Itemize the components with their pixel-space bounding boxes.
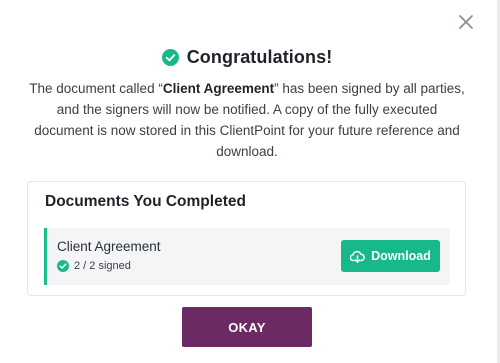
download-label: Download: [371, 249, 431, 263]
modal-title-row: Congratulations!: [0, 44, 494, 70]
document-row: Client Agreement 2 / 2 signed Download: [44, 228, 450, 285]
modal-message: The document called “Client Agreement” h…: [28, 78, 466, 162]
signed-status: 2 / 2 signed: [57, 260, 131, 272]
message-doc-name: Client Agreement: [162, 81, 275, 96]
documents-card: Documents You Completed Client Agreement…: [27, 181, 466, 296]
cloud-download-icon: [350, 250, 365, 263]
okay-label: OKAY: [228, 319, 266, 335]
check-circle-icon: [161, 48, 179, 66]
documents-heading: Documents You Completed: [45, 193, 246, 210]
check-circle-icon: [57, 260, 69, 272]
download-button[interactable]: Download: [341, 240, 440, 272]
close-icon[interactable]: [455, 11, 477, 33]
signed-status-text: 2 / 2 signed: [74, 260, 131, 272]
message-text-before: The document called “: [29, 81, 163, 96]
modal-title: Congratulations!: [186, 46, 333, 67]
document-name: Client Agreement: [57, 239, 161, 254]
okay-button[interactable]: OKAY: [182, 307, 312, 347]
completion-modal: Congratulations! The document called “Cl…: [0, 0, 500, 363]
